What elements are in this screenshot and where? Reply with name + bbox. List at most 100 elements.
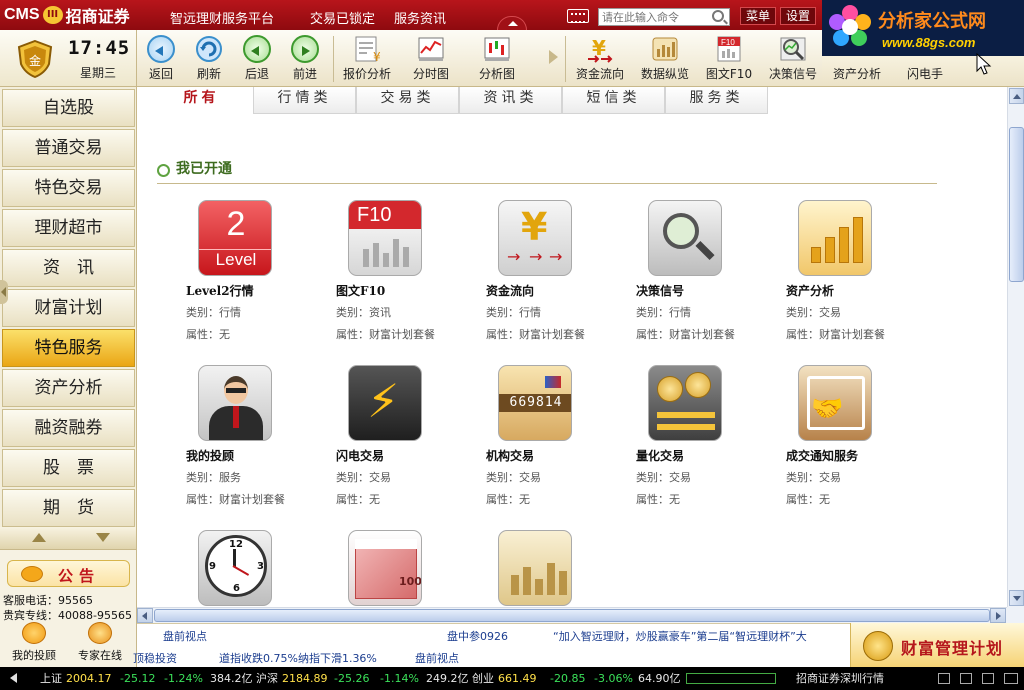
sidebar-item-special-service[interactable]: 特色服务	[2, 329, 135, 367]
resize-grip-icon[interactable]	[1004, 673, 1018, 684]
banknote-icon: 100	[348, 530, 422, 606]
ticker-link[interactable]: 盘前视点	[163, 628, 207, 644]
service-card-my-advisor[interactable]: 我的投顾 类别：服务 属性：财富计划套餐	[186, 365, 326, 525]
sidebar-item-wealth-market[interactable]: 理财超市	[2, 209, 135, 247]
service-card-fund-flow[interactable]: ¥ → → → 资金流向 类别：行情 属性：财富计划套餐	[486, 200, 626, 360]
ticker-link[interactable]: 盘前视点	[415, 650, 459, 666]
search-icon[interactable]	[712, 10, 724, 22]
yuan-glyph: ¥	[521, 205, 548, 249]
fund-flow-icon: ¥	[588, 36, 613, 63]
tab-news[interactable]: 资讯类	[459, 87, 562, 114]
f10-icon: F10	[717, 36, 741, 62]
my-advisor-button[interactable]: 我的投顾	[6, 622, 62, 663]
sidebar-item-futures[interactable]: 期 货	[2, 489, 135, 527]
vertical-scroll-thumb[interactable]	[1009, 127, 1024, 282]
quote-analysis-button[interactable]: ¥ 报价分析	[339, 30, 395, 87]
settings-button[interactable]: 设置	[780, 7, 817, 25]
service-card-banknote[interactable]: 100	[336, 530, 476, 607]
tab-all[interactable]: 所有	[150, 87, 253, 114]
tab-trade[interactable]: 交易类	[356, 87, 459, 114]
service-card-quant-trade[interactable]: 量化交易 类别：交易 属性：无	[636, 365, 776, 525]
timeshare-chart-button[interactable]: 分时图	[405, 30, 457, 87]
service-name: 资产分析	[786, 284, 835, 298]
ticker-link[interactable]: “加入智远理财，炒股赢豪车”第二届“智远理财杯”大	[553, 628, 807, 644]
candlestick-chart-button[interactable]: 分析图	[471, 30, 523, 87]
sidebar-item-wealth-plan[interactable]: 财富计划	[2, 289, 135, 327]
toolbar-scroll-icon[interactable]	[549, 50, 558, 64]
backward-button[interactable]: 后退	[237, 30, 277, 87]
forward-button[interactable]: 前进	[285, 30, 325, 87]
command-input[interactable]	[598, 8, 730, 26]
horizontal-scrollbar[interactable]	[137, 607, 1007, 623]
fund-flow-button[interactable]: ¥ 资金流向	[571, 30, 629, 87]
cursor-icon	[976, 53, 992, 75]
menu-button[interactable]: 菜单	[740, 7, 777, 25]
service-attribute: 属性：财富计划套餐	[786, 328, 885, 341]
sidebar-collapse-handle[interactable]	[0, 280, 8, 304]
sidebar-item-asset-analysis[interactable]: 资产分析	[2, 369, 135, 407]
status-toggle-icon[interactable]	[10, 673, 17, 683]
sidebar-item-margin-trading[interactable]: 融资融券	[2, 409, 135, 447]
sh-index-amount: 384.2亿	[210, 672, 253, 685]
clock-time: 17:45	[68, 37, 131, 59]
service-card-report[interactable]	[486, 530, 626, 607]
service-card-f10[interactable]: F10 图文F10 类别：资讯 属性：财富计划套餐	[336, 200, 476, 360]
tab-market[interactable]: 行情类	[253, 87, 356, 114]
handshake-glyph: 🤝	[811, 394, 844, 424]
asset-analysis-button[interactable]: 资产分析	[828, 30, 886, 87]
sz-index-value: 2184.89	[282, 672, 328, 685]
f10-button[interactable]: F10 图文F10	[703, 30, 755, 87]
sidebar-item-stocks[interactable]: 股 票	[2, 449, 135, 487]
service-attribute: 属性：无	[186, 328, 230, 341]
institution-card-icon: 669814	[498, 365, 572, 441]
tab-sms[interactable]: 短信类	[562, 87, 665, 114]
sidebar-item-news[interactable]: 资 讯	[2, 249, 135, 287]
service-name: 机构交易	[486, 449, 535, 463]
trade-lock-link[interactable]: 交易已锁定	[310, 8, 375, 27]
lightning-trade-button[interactable]: 闪电手	[902, 30, 948, 87]
service-card-level2[interactable]: 2 Level Level2行情 类别：行情 属性：无	[186, 200, 326, 360]
scroll-down-icon[interactable]	[96, 533, 110, 542]
vertical-scrollbar[interactable]	[1007, 87, 1024, 607]
signal-icon[interactable]	[960, 673, 972, 684]
keyboard-icon[interactable]	[567, 9, 589, 23]
expert-avatar-icon	[88, 622, 112, 644]
wealth-plan-banner[interactable]: 财富管理计划	[850, 623, 1024, 667]
ticker-link[interactable]: 顶稳投资	[133, 650, 177, 666]
sidebar-item-watchlist[interactable]: 自选股	[2, 89, 135, 127]
network-icon[interactable]	[982, 673, 994, 684]
service-card-decision-signal[interactable]: 决策信号 类别：行情 属性：财富计划套餐	[636, 200, 776, 360]
sidebar-item-normal-trade[interactable]: 普通交易	[2, 129, 135, 167]
scroll-right-button[interactable]	[990, 608, 1006, 623]
service-name: 闪电交易	[336, 449, 385, 463]
platform-link[interactable]: 智远理财服务平台	[170, 8, 274, 27]
chat-icon[interactable]	[938, 673, 950, 684]
expert-online-button[interactable]: 专家在线	[72, 622, 128, 663]
tab-service[interactable]: 服务类	[665, 87, 768, 114]
service-card-deal-notice[interactable]: 🤝 成交通知服务 类别：交易 属性：无	[786, 365, 926, 525]
service-card-asset-analysis[interactable]: 资产分析 类别：交易 属性：财富计划套餐	[786, 200, 926, 360]
svg-text:F10: F10	[721, 38, 735, 47]
data-overview-button[interactable]: 数据纵览	[637, 30, 693, 87]
refresh-button[interactable]: 刷新	[189, 30, 229, 87]
sidebar-item-special-trade[interactable]: 特色交易	[2, 169, 135, 207]
notice-label: 公告	[58, 567, 101, 585]
scroll-down-button[interactable]	[1009, 590, 1024, 606]
scroll-corner	[1007, 607, 1024, 623]
ticker-link[interactable]: 道指收跌0.75%纳指下滑1.36%	[219, 650, 377, 666]
back-button[interactable]: 返回	[141, 30, 181, 87]
service-card-clock[interactable]: 12 9 3 6	[186, 530, 326, 607]
horizontal-scroll-thumb[interactable]	[154, 609, 990, 622]
collapse-toggle-button[interactable]	[497, 16, 527, 30]
service-card-institution-trade[interactable]: 669814 机构交易 类别：交易 属性：无	[486, 365, 626, 525]
news-ticker: 盘前视点 盘中参0926 “加入智远理财，炒股赢豪车”第二届“智远理财杯”大 顶…	[133, 623, 850, 667]
scroll-up-button[interactable]	[1009, 88, 1024, 104]
decision-signal-button[interactable]: 决策信号	[765, 30, 821, 87]
notice-button[interactable]: 公告	[7, 560, 130, 587]
ticker-link[interactable]: 盘中参0926	[447, 628, 508, 644]
clock-weekday: 星期三	[80, 66, 117, 80]
service-card-lightning-trade[interactable]: ⚡ 闪电交易 类别：交易 属性：无	[336, 365, 476, 525]
scroll-up-icon[interactable]	[32, 533, 46, 542]
scroll-left-button[interactable]	[137, 608, 153, 623]
service-info-link[interactable]: 服务资讯	[394, 8, 446, 27]
